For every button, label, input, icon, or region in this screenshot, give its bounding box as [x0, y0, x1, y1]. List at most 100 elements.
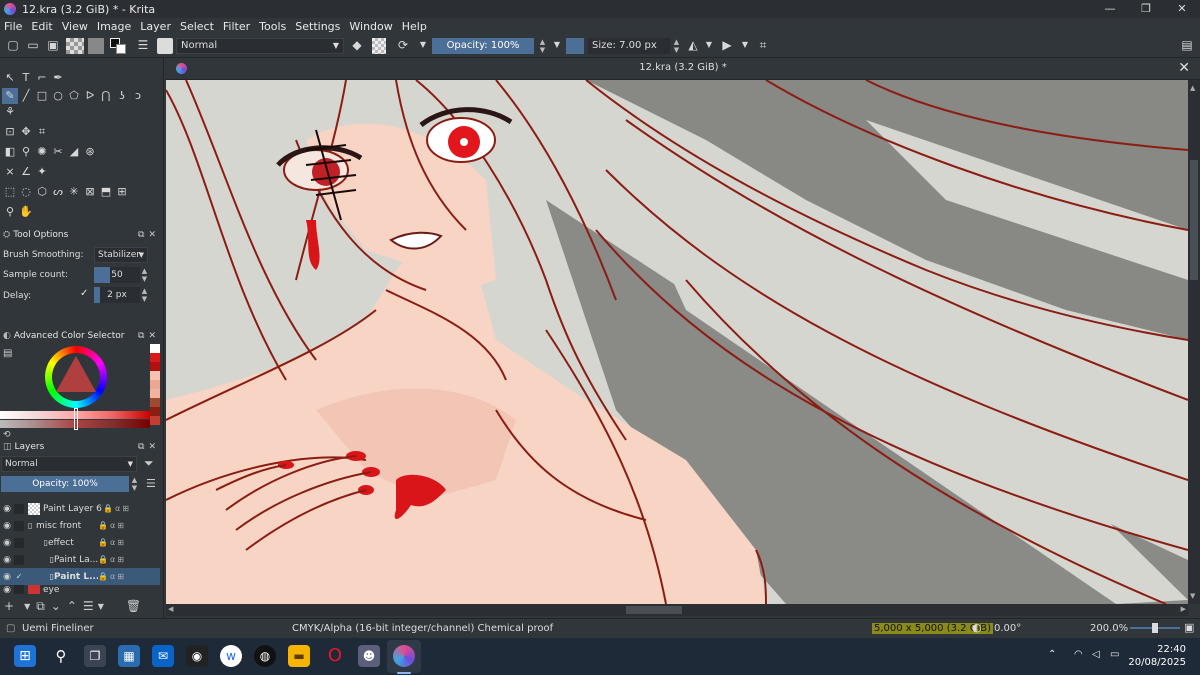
layer-lock-alpha-icons[interactable]: 🔒α⊞	[98, 538, 126, 547]
measure-tool-icon[interactable]: ∠	[18, 164, 34, 180]
menu-edit[interactable]: Edit	[31, 20, 52, 33]
edit-shapes-icon[interactable]: ⌐	[34, 70, 50, 86]
transform-tool-icon[interactable]: ⊡	[2, 124, 18, 140]
vertical-scrollbar[interactable]: ▲ ▼	[1188, 80, 1200, 604]
visibility-eye-icon[interactable]: ◉	[0, 504, 14, 514]
move-layer-down-icon[interactable]: ⌄	[51, 599, 61, 613]
fg-bg-color-icon[interactable]	[110, 38, 128, 54]
multibrush-icon[interactable]: ⚘	[2, 104, 18, 120]
brush-tool-icon[interactable]: ✎	[2, 88, 18, 104]
shade-cursor[interactable]	[74, 408, 78, 430]
freehand-select-icon[interactable]: ᔕ	[50, 184, 66, 200]
visibility-eye-icon[interactable]: ◉	[0, 585, 14, 594]
chevron-down-icon[interactable]: ▼	[24, 602, 30, 611]
sample-count-spin-icon[interactable]: ▲ ▼	[140, 267, 149, 283]
layer-opacity-slider[interactable]: Opacity: 100%	[1, 476, 129, 492]
layer-lock-alpha-icons[interactable]: 🔒α⊞	[98, 572, 126, 581]
eraser-icon[interactable]: ◆	[350, 38, 364, 52]
dock-controls-icon[interactable]: ⧉✕	[138, 230, 160, 240]
smart-patch-icon[interactable]: ✺	[34, 144, 50, 160]
opacity-slider[interactable]: Opacity: 100%	[432, 38, 534, 54]
saturation-triangle[interactable]	[56, 356, 96, 392]
contiguous-select-icon[interactable]: ✳	[66, 184, 82, 200]
save-icon[interactable]: ▣	[46, 38, 60, 52]
menu-filter[interactable]: Filter	[223, 20, 250, 33]
move-layer-up-icon[interactable]: ⌃	[67, 599, 77, 613]
scroll-right-icon[interactable]: ▶	[1181, 605, 1186, 613]
filter-icon[interactable]: ⏷	[144, 456, 154, 471]
menu-tools[interactable]: Tools	[259, 20, 286, 33]
obs-icon[interactable]: ◍	[254, 645, 276, 667]
assistant-tool-icon[interactable]: ⨯	[2, 164, 18, 180]
chevron-down-icon[interactable]: ▼	[702, 38, 716, 52]
layer-checkbox[interactable]	[14, 585, 24, 594]
layer-row[interactable]: ◉ Paint Layer 61 🔒α⊞	[0, 500, 160, 517]
zoom-tool-icon[interactable]: ⚲	[2, 204, 18, 220]
alpha-lock-icon[interactable]	[372, 38, 386, 54]
layer-menu-icon[interactable]: ☰	[146, 477, 156, 490]
bezier-tool-icon[interactable]: ⋂	[98, 88, 114, 104]
colorize-mask-icon[interactable]: ✂	[50, 144, 66, 160]
chevron-down-icon[interactable]: ▼	[738, 38, 752, 52]
group-expand-icon[interactable]: ▯	[28, 555, 54, 564]
layer-blend-mode-select[interactable]: Normal ▼	[1, 456, 137, 472]
menu-image[interactable]: Image	[97, 20, 131, 33]
mirror-horizontal-icon[interactable]: ◭	[686, 38, 700, 52]
zoom-slider-handle[interactable]	[1152, 623, 1158, 633]
visibility-eye-icon[interactable]: ◉	[0, 572, 14, 582]
layer-checkbox[interactable]	[14, 503, 24, 514]
clock[interactable]: 22:40 20/08/2025	[1128, 643, 1186, 669]
dock-controls-icon[interactable]: ⧉✕	[138, 442, 160, 452]
dynamic-brush-icon[interactable]: ↄ	[130, 88, 146, 104]
scroll-down-icon[interactable]: ▼	[1190, 592, 1198, 600]
pattern-swatch[interactable]	[88, 38, 104, 54]
dock-controls-icon[interactable]: ⧉✕	[138, 331, 160, 341]
gradient-swatch[interactable]	[66, 38, 84, 54]
opera-icon[interactable]: O	[324, 645, 346, 667]
blend-mode-select[interactable]: Normal ▼	[176, 38, 344, 54]
ellipse-tool-icon[interactable]: ○	[50, 88, 66, 104]
close-document-icon[interactable]: ✕	[1178, 60, 1190, 76]
rect-select-icon[interactable]: ⬚	[2, 184, 18, 200]
app-avatar-icon[interactable]: ☻	[358, 645, 380, 667]
visibility-eye-icon[interactable]: ◉	[0, 538, 14, 548]
layer-checkbox[interactable]: ✓	[14, 572, 24, 582]
color-settings-icon[interactable]: ▤	[3, 348, 12, 359]
menu-layer[interactable]: Layer	[140, 20, 171, 33]
close-window-button[interactable]: ✕	[1164, 0, 1200, 18]
polyline-tool-icon[interactable]: ᐅ	[82, 88, 98, 104]
open-document-icon[interactable]: ▭	[26, 38, 40, 52]
menu-view[interactable]: View	[62, 20, 88, 33]
add-layer-icon[interactable]: +	[4, 599, 14, 613]
layer-row[interactable]: ◉ ▯ Paint La... 🔒α⊞	[0, 551, 160, 568]
menu-window[interactable]: Window	[349, 20, 392, 33]
search-icon[interactable]: ⚲	[50, 645, 72, 667]
layer-opacity-spin-icon[interactable]: ▲ ▼	[130, 476, 139, 492]
text-tool-icon[interactable]: T	[18, 70, 34, 86]
tray-chevron-icon[interactable]: ⌃	[1048, 649, 1056, 675]
color-picker-icon[interactable]: ⚲	[18, 144, 34, 160]
freehand-path-icon[interactable]: ʖ	[114, 88, 130, 104]
reset-icon[interactable]: ⟲	[3, 430, 11, 440]
rotation-icon[interactable]: ◐	[972, 621, 982, 634]
brush-smoothing-select[interactable]: Stabilizer ▼	[94, 247, 148, 263]
group-expand-icon[interactable]: ▯	[28, 538, 48, 547]
brush-settings-icon[interactable]: ☰	[136, 38, 150, 52]
layer-row[interactable]: ◉ ▯ misc front 🔒α⊞	[0, 517, 160, 534]
move-tool-icon[interactable]: ✥	[18, 124, 34, 140]
menu-settings[interactable]: Settings	[295, 20, 340, 33]
horizontal-scrollbar[interactable]: ◀ ▶	[166, 604, 1188, 616]
layer-lock-alpha-icons[interactable]: 🔒α⊞	[98, 521, 126, 530]
pan-tool-icon[interactable]: ✋	[18, 204, 34, 220]
size-slider[interactable]: Size: 7.00 px	[588, 38, 670, 54]
menu-help[interactable]: Help	[402, 20, 427, 33]
layer-row-selected[interactable]: ◉ ✓ ▯ Paint L... 🔒α⊞	[0, 568, 160, 585]
krita-taskbar-icon[interactable]	[393, 645, 415, 667]
crop-tool-icon[interactable]: ⌗	[34, 124, 50, 140]
delay-spin-icon[interactable]: ▲ ▼	[140, 287, 149, 303]
ellipse-select-icon[interactable]: ◌	[18, 184, 34, 200]
duplicate-layer-icon[interactable]: ⧉	[36, 599, 45, 614]
horizontal-scroll-thumb[interactable]	[626, 606, 682, 614]
size-spin-icon[interactable]: ▲ ▼	[672, 38, 681, 54]
rectangle-tool-icon[interactable]: □	[34, 88, 50, 104]
